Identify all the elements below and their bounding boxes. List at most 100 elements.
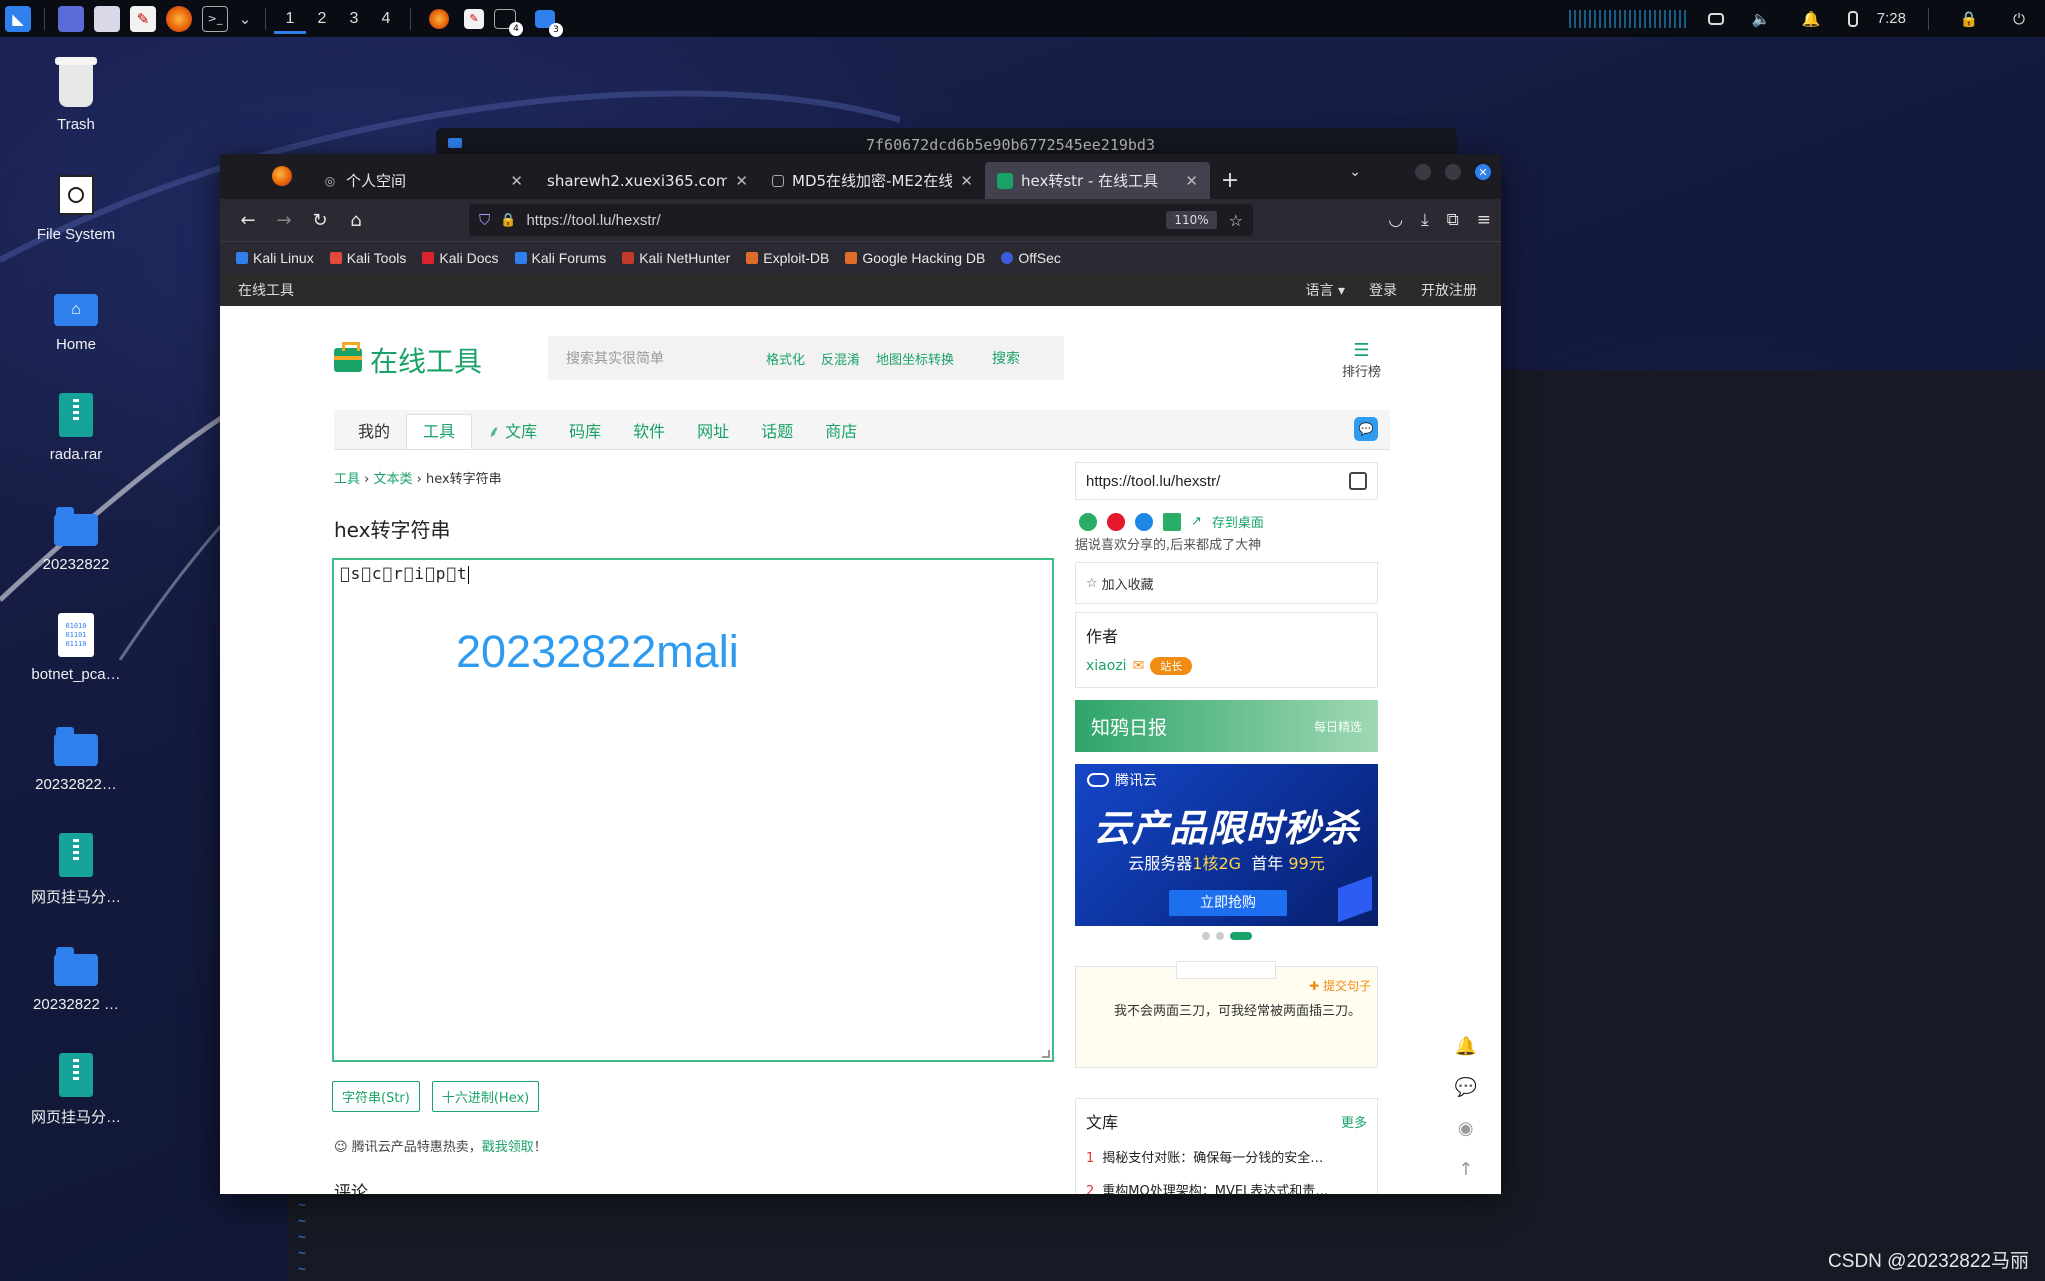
login-link[interactable]: 登录 <box>1369 280 1397 300</box>
chevron-down-icon[interactable]: ⌄ <box>238 6 252 32</box>
qrcode-icon[interactable] <box>1163 512 1181 531</box>
share-url-box[interactable]: https://tool.lu/hexstr/ <box>1075 462 1378 500</box>
reload-icon[interactable]: ↻ <box>302 204 338 236</box>
tab-personal-space[interactable]: ◎ 个人空间 ✕ <box>310 162 535 199</box>
kali-menu-icon[interactable]: ◣ <box>5 5 31 32</box>
tab-sharewh2[interactable]: sharewh2.xuexi365.com/sha ✕ <box>535 162 760 199</box>
bookmark-offsec[interactable]: OffSec <box>995 250 1067 266</box>
textarea-content[interactable]:  s c r i p t <box>340 564 469 584</box>
carousel-dot[interactable] <box>1215 932 1224 940</box>
submit-quote-link[interactable]: ✚ 提交句子 <box>1309 977 1371 994</box>
file-manager-icon[interactable] <box>94 5 120 32</box>
show-desktop-icon[interactable] <box>58 5 84 32</box>
bookmark-kali-linux[interactable]: Kali Linux <box>230 250 320 266</box>
site-logo[interactable]: 在线工具 <box>334 340 482 380</box>
search-input[interactable]: 搜索其实很简单 <box>566 348 766 368</box>
desktop-icon-home[interactable]: ⌂ Home <box>20 282 132 353</box>
terminal-task-icon[interactable]: 4 <box>494 8 523 36</box>
copy-icon[interactable] <box>1349 472 1367 490</box>
bookmark-ghdb[interactable]: Google Hacking DB <box>839 250 991 266</box>
search-tag-deobfuscate[interactable]: 反混淆 <box>821 349 860 368</box>
site-name[interactable]: 在线工具 <box>238 280 294 300</box>
text-editor-icon[interactable]: ✎ <box>130 5 156 32</box>
files-task-icon[interactable]: 3 <box>535 9 563 37</box>
qq-icon[interactable] <box>1135 512 1153 531</box>
url-bar[interactable]: ⛉ 🔒 https://tool.lu/hexstr/ 110% ☆ <box>469 204 1253 236</box>
promo-link[interactable]: 戳我领取 <box>482 1140 534 1155</box>
desktop-icon-archive[interactable]: 网页挂马分… <box>20 832 132 907</box>
ranking-link[interactable]: ☰ 排行榜 <box>1342 340 1381 380</box>
minimize-button[interactable] <box>1415 164 1431 180</box>
zhiya-daily-banner[interactable]: 知鸦日报 每日精选 <box>1075 700 1378 752</box>
library-item[interactable]: 2 重构MQ处理架构：MVEL表达式和责… <box>1086 1180 1367 1194</box>
to-hex-button[interactable]: 十六进制(Hex) <box>431 1081 540 1112</box>
bookmark-kali-docs[interactable]: Kali Docs <box>416 250 504 266</box>
list-all-tabs-icon[interactable]: ⌄ <box>1349 164 1361 180</box>
search-button[interactable]: 搜索 <box>992 348 1020 368</box>
url-text[interactable]: https://tool.lu/hexstr/ <box>526 212 1166 229</box>
tab-sites[interactable]: 网址 <box>681 415 745 449</box>
language-menu[interactable]: 语言 ▾ <box>1306 280 1345 300</box>
close-window-button[interactable]: ✕ <box>1475 164 1491 180</box>
carousel-dot[interactable] <box>1201 932 1210 940</box>
tab-store[interactable]: 商店 <box>809 415 873 449</box>
library-more-link[interactable]: 更多 <box>1341 1112 1367 1131</box>
breadcrumb-text[interactable]: 文本类 <box>373 472 412 487</box>
weibo-icon[interactable] <box>1107 512 1125 531</box>
download-icon[interactable]: ⤓ <box>1421 210 1429 230</box>
close-tab-icon[interactable]: ✕ <box>1185 172 1198 190</box>
author-name[interactable]: xiaozi <box>1086 658 1127 674</box>
pocket-icon[interactable]: ◡ <box>1388 210 1403 230</box>
desktop-icon-filesystem[interactable]: File System <box>20 172 132 243</box>
weibo-float-icon[interactable]: ◉ <box>1458 1118 1474 1139</box>
zoom-badge[interactable]: 110% <box>1166 211 1217 229</box>
close-tab-icon[interactable]: ✕ <box>735 172 748 190</box>
desktop-icon-trash[interactable]: Trash <box>20 57 132 133</box>
workspace-4[interactable]: 4 <box>370 10 402 28</box>
resize-grip-icon[interactable] <box>1042 1050 1050 1058</box>
extensions-icon[interactable]: ⧉ <box>1447 210 1459 230</box>
desktop-icon-folder[interactable]: 20232822 <box>20 502 132 573</box>
maximize-button[interactable] <box>1445 164 1461 180</box>
tab-code[interactable]: 码库 <box>553 415 617 449</box>
register-link[interactable]: 开放注册 <box>1421 280 1477 300</box>
menu-icon[interactable]: ≡ <box>1477 210 1491 230</box>
workspace-3[interactable]: 3 <box>338 10 370 28</box>
tracking-shield-icon[interactable]: ⛉ <box>479 211 490 229</box>
tab-tools[interactable]: 工具 <box>406 414 473 449</box>
wechat-icon[interactable] <box>1079 512 1097 531</box>
tab-mine[interactable]: 我的 <box>342 415 406 449</box>
power-icon[interactable]: ⏻ <box>2006 6 2032 32</box>
new-tab-button[interactable]: + <box>1210 162 1250 199</box>
back-to-top-icon[interactable]: ↑ <box>1458 1159 1473 1180</box>
bookmark-exploit-db[interactable]: Exploit-DB <box>740 250 835 266</box>
mail-icon[interactable]: ✉ <box>1133 658 1145 674</box>
bookmark-star-icon[interactable]: ☆ <box>1229 211 1243 230</box>
tab-software[interactable]: 软件 <box>617 415 681 449</box>
qq-float-icon[interactable]: 🔔 <box>1455 1036 1477 1057</box>
ad-buy-button[interactable]: 立即抢购 <box>1169 890 1287 916</box>
back-arrow-icon[interactable]: ← <box>230 204 266 236</box>
tab-hexstr[interactable]: hex转str - 在线工具 ✕ <box>985 162 1210 199</box>
tab-md5[interactable]: MD5在线加密-ME2在线工 ✕ <box>760 162 985 199</box>
display-icon[interactable] <box>1707 12 1724 25</box>
tab-topics[interactable]: 话题 <box>745 415 809 449</box>
bell-icon[interactable]: 🔔 <box>1798 6 1824 32</box>
desktop-icon-rada[interactable]: rada.rar <box>20 392 132 463</box>
library-item[interactable]: 1 揭秘支付对账：确保每一分钱的安全… <box>1086 1147 1367 1166</box>
editor-task-icon[interactable]: ✎ <box>464 8 484 29</box>
close-tab-icon[interactable]: ✕ <box>960 172 973 190</box>
clock[interactable]: 7:28 <box>1877 10 1906 27</box>
share-url-text[interactable]: https://tool.lu/hexstr/ <box>1086 473 1220 490</box>
firefox-icon[interactable] <box>166 5 192 32</box>
battery-icon[interactable] <box>1847 10 1858 27</box>
tab-library[interactable]: ⸙ 文库 <box>472 415 553 449</box>
carousel-dot-active[interactable] <box>1229 932 1252 940</box>
bookmark-kali-forums[interactable]: Kali Forums <box>509 250 613 266</box>
workspace-1[interactable]: 1 <box>274 4 306 34</box>
wechat-float-icon[interactable]: 💬 <box>1455 1077 1477 1098</box>
lock-icon[interactable]: 🔒 <box>1956 6 1982 32</box>
chat-icon[interactable]: 💬 <box>1354 417 1378 441</box>
desktop-icon-archive[interactable]: 网页挂马分… <box>20 1052 132 1127</box>
hex-input-textarea[interactable]:  s c r i p t 20232822mali <box>332 558 1054 1062</box>
